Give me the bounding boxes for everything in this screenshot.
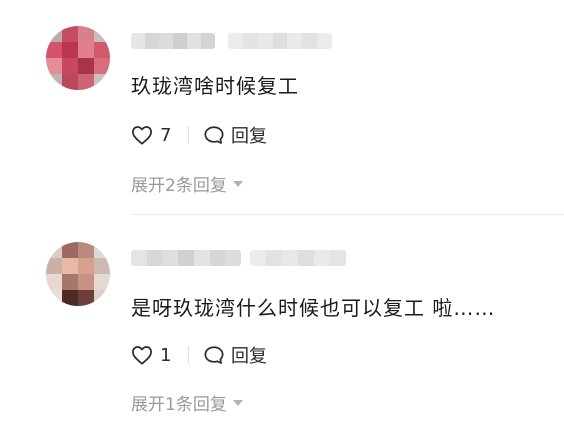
meta-blurred	[228, 33, 332, 49]
like-button[interactable]: 7	[131, 125, 174, 146]
like-count: 1	[160, 345, 174, 366]
expand-replies-button[interactable]: 展开2条回复	[131, 171, 243, 196]
comment-bubble-icon	[203, 345, 225, 365]
comment-actions: 7 回复	[131, 122, 267, 148]
comment-text: 玖珑湾啥时候复工	[131, 70, 299, 99]
comment-item: 是呀玖珑湾什么时候也可以复工 啦…… 1 回复 展开1条回复	[0, 218, 564, 424]
heart-icon	[131, 125, 153, 145]
avatar[interactable]	[46, 26, 110, 90]
username-blurred[interactable]	[131, 250, 241, 266]
reply-label: 回复	[231, 342, 267, 368]
reply-button[interactable]: 回复	[203, 122, 267, 148]
action-separator	[188, 126, 189, 144]
meta-blurred	[250, 250, 346, 266]
expand-replies-button[interactable]: 展开1条回复	[131, 390, 243, 415]
comment-divider	[131, 214, 564, 215]
username-blurred[interactable]	[131, 33, 215, 49]
like-button[interactable]: 1	[131, 345, 174, 366]
comment-bubble-icon	[203, 125, 225, 145]
expand-replies-label: 展开1条回复	[131, 390, 227, 415]
heart-icon	[131, 345, 153, 365]
caret-down-icon	[233, 181, 243, 187]
comment-item: 玖珑湾啥时候复工 7 回复 展开2条回复	[0, 0, 564, 214]
comment-actions: 1 回复	[131, 342, 267, 368]
avatar[interactable]	[46, 242, 110, 306]
reply-label: 回复	[231, 122, 267, 148]
comment-text: 是呀玖珑湾什么时候也可以复工 啦……	[131, 292, 495, 321]
action-separator	[188, 346, 189, 364]
like-count: 7	[160, 125, 174, 146]
caret-down-icon	[233, 400, 243, 406]
expand-replies-label: 展开2条回复	[131, 171, 227, 196]
reply-button[interactable]: 回复	[203, 342, 267, 368]
